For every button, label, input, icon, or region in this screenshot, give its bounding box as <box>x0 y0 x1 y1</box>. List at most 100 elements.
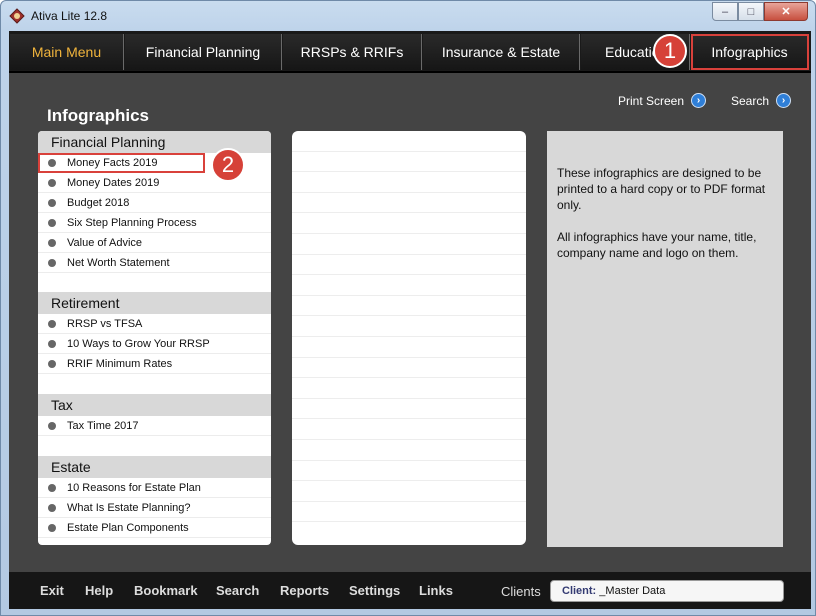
clients-label: Clients <box>501 584 541 599</box>
item-label: Tax Time 2017 <box>67 419 139 432</box>
title-bar: Ativa Lite 12.8 – □ ✕ <box>1 1 815 31</box>
empty-row <box>292 316 526 337</box>
empty-row <box>292 255 526 276</box>
bullet-icon <box>48 158 56 167</box>
nav-links[interactable]: Links <box>419 583 453 598</box>
window-controls: – □ ✕ <box>712 2 808 21</box>
info-text-2: All infographics have your name, title, … <box>557 230 757 260</box>
bullet-icon <box>48 421 56 430</box>
bullet-icon <box>48 198 56 207</box>
empty-row <box>292 193 526 214</box>
list-item[interactable]: Budget 2018 <box>38 193 271 213</box>
tab-main-menu[interactable]: Main Menu <box>10 34 124 70</box>
preview-list-panel <box>292 131 526 545</box>
empty-row <box>292 461 526 482</box>
item-label: Six Step Planning Process <box>67 216 197 229</box>
empty-row <box>292 152 526 173</box>
client-value: _Master Data <box>599 585 666 597</box>
bullet-icon <box>48 218 56 227</box>
list-item[interactable]: RRIF Minimum Rates <box>38 354 271 374</box>
client-prefix: Client: <box>562 585 597 597</box>
list-item[interactable]: Six Step Planning Process <box>38 213 271 233</box>
info-text-1: These infographics are designed to be pr… <box>557 166 766 212</box>
print-screen-link[interactable]: Print Screen › <box>618 93 707 108</box>
bullet-icon <box>48 238 56 247</box>
main-tab-bar: Main Menu Financial Planning RRSPs & RRI… <box>9 31 811 73</box>
list-item[interactable]: What Is Estate Planning? <box>38 498 271 518</box>
infographics-list-panel: Financial Planning Money Facts 2019 Mone… <box>38 131 271 545</box>
section-header-tax: Tax <box>38 394 271 416</box>
nav-bookmark[interactable]: Bookmark <box>134 583 198 598</box>
tab-insurance-estate[interactable]: Insurance & Estate <box>423 34 580 70</box>
section-header-estate: Estate <box>38 456 271 478</box>
empty-row <box>292 481 526 502</box>
list-item[interactable]: Value of Advice <box>38 233 271 253</box>
app-window: Ativa Lite 12.8 – □ ✕ Main Menu Financia… <box>0 0 816 616</box>
page-title: Infographics <box>47 106 150 125</box>
list-spacer <box>38 374 271 394</box>
bullet-icon <box>48 178 56 187</box>
empty-row <box>292 399 526 420</box>
item-label: Budget 2018 <box>67 196 130 209</box>
empty-row <box>292 172 526 193</box>
info-panel: These infographics are designed to be pr… <box>547 131 783 547</box>
item-label: Net Worth Statement <box>67 256 170 269</box>
minimize-button[interactable]: – <box>712 2 738 21</box>
empty-row <box>292 275 526 296</box>
bullet-icon <box>48 483 56 492</box>
empty-row <box>292 440 526 461</box>
item-label: What Is Estate Planning? <box>67 501 191 514</box>
step-badge-1: 1 <box>653 34 687 68</box>
empty-row <box>292 358 526 379</box>
tab-financial-planning[interactable]: Financial Planning <box>125 34 282 70</box>
print-screen-label: Print Screen <box>618 93 685 108</box>
tab-infographics[interactable]: Infographics <box>691 34 809 70</box>
empty-row <box>292 296 526 317</box>
item-label: Estate Plan Components <box>67 521 189 534</box>
maximize-button[interactable]: □ <box>738 2 764 21</box>
search-label: Search <box>731 93 770 108</box>
app-logo-icon <box>9 8 25 24</box>
item-label: 10 Ways to Grow Your RRSP <box>67 337 210 350</box>
item-label: RRSP vs TFSA <box>67 317 143 330</box>
empty-row <box>292 502 526 523</box>
search-link[interactable]: Search › <box>731 93 792 108</box>
close-button[interactable]: ✕ <box>764 2 808 21</box>
step-badge-2: 2 <box>211 148 245 182</box>
list-spacer <box>38 436 271 456</box>
client-selector[interactable]: Client: _Master Data <box>550 580 784 602</box>
item-label: Money Dates 2019 <box>67 176 160 189</box>
bullet-icon <box>48 523 56 532</box>
item-label: Value of Advice <box>67 236 143 249</box>
nav-settings[interactable]: Settings <box>349 583 400 598</box>
empty-row <box>292 234 526 255</box>
list-spacer <box>38 273 271 292</box>
nav-reports[interactable]: Reports <box>280 583 329 598</box>
list-item[interactable]: Tax Time 2017 <box>38 416 271 436</box>
bullet-icon <box>48 319 56 328</box>
bottom-toolbar: Exit Help Bookmark Search Reports Settin… <box>9 572 811 609</box>
bullet-icon <box>48 258 56 267</box>
tab-rrsps-rrifs[interactable]: RRSPs & RRIFs <box>283 34 422 70</box>
list-item-money-facts-2019[interactable]: Money Facts 2019 <box>38 153 205 173</box>
item-label: Money Facts 2019 <box>67 156 158 169</box>
section-header-retirement: Retirement <box>38 292 271 314</box>
list-item[interactable]: RRSP vs TFSA <box>38 314 271 334</box>
nav-exit[interactable]: Exit <box>40 583 64 598</box>
nav-search[interactable]: Search <box>216 583 259 598</box>
bullet-icon <box>48 503 56 512</box>
list-item[interactable]: Net Worth Statement <box>38 253 271 273</box>
app-client-area: Main Menu Financial Planning RRSPs & RRI… <box>9 31 811 609</box>
empty-row <box>292 378 526 399</box>
nav-help[interactable]: Help <box>85 583 113 598</box>
empty-row <box>292 131 526 152</box>
item-label: 10 Reasons for Estate Plan <box>67 481 201 494</box>
bullet-icon <box>48 339 56 348</box>
list-item[interactable]: Estate Plan Components <box>38 518 271 538</box>
item-label: RRIF Minimum Rates <box>67 357 173 370</box>
empty-row <box>292 213 526 234</box>
empty-row <box>292 337 526 358</box>
list-item[interactable]: 10 Ways to Grow Your RRSP <box>38 334 271 354</box>
arrow-right-icon: › <box>776 93 792 108</box>
list-item[interactable]: 10 Reasons for Estate Plan <box>38 478 271 498</box>
